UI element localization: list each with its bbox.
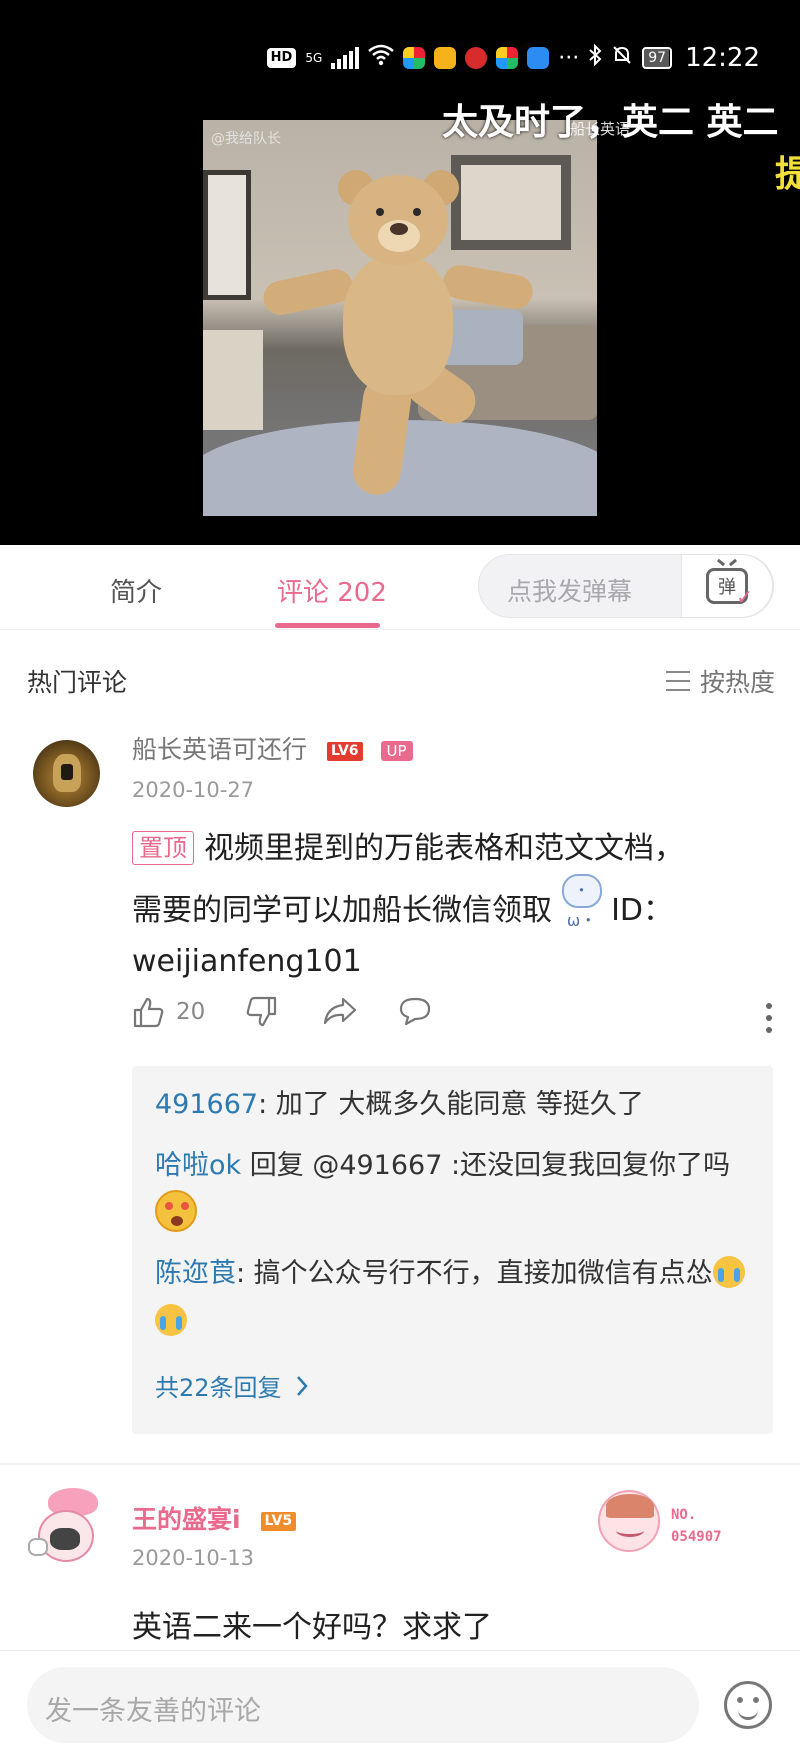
danmaku-toggle-button[interactable]: 弹 ✓ [681,554,773,618]
bluetooth-icon [588,43,602,72]
comment-bubble-icon [399,997,431,1026]
fan-medal-badge[interactable]: NO. 054907 [598,1490,768,1560]
dislike-button[interactable] [244,995,278,1029]
list-icon [665,671,690,691]
app-notification-icon [496,47,519,69]
comment-author[interactable]: 王的盛宴i LV5 [132,1500,297,1536]
thumbs-down-icon [246,996,277,1027]
comment-actions: 20 [132,995,772,1040]
chevron-right-icon [296,1375,308,1396]
active-tab-indicator [275,623,380,628]
level-badge: LV5 [260,1511,297,1531]
view-all-replies-link[interactable]: 共22条回复 [155,1368,308,1403]
reply-count-label: 共22条回复 [155,1374,282,1402]
reply-button[interactable] [397,995,433,1027]
reply-preview-box[interactable]: 491667: 加了 大概多久能同意 等挺久了 哈啦ok 回复 @491667 … [132,1066,773,1434]
emoji-picker-icon[interactable] [724,1681,772,1729]
video-watermark: @我给队长 [211,131,281,147]
comment-text: 英语二来一个好吗？求求了 [132,1610,492,1645]
comment-text: ID： [601,893,674,928]
pinned-tag: 置顶 [132,831,194,865]
reply-item[interactable]: 哈啦ok 回复 @491667 :还没回复我回复你了吗 [155,1142,755,1238]
danmaku-tv-icon: 弹 ✓ [706,568,753,609]
network-type: 5G [305,51,323,65]
comment-author[interactable]: 船长英语可还行 LV6 UP [132,730,413,766]
comment-input-bar: 发一条友善的评论 [0,1650,800,1760]
danmaku-text: 船长英语 [570,120,631,138]
hd-indicator: HD [266,48,297,68]
reply-username[interactable]: 491667 [155,1089,258,1120]
video-frame: @我给队长 [203,120,597,516]
reply-item[interactable]: 491667: 加了 大概多久能同意 等挺久了 [155,1081,755,1129]
share-button[interactable] [322,995,358,1027]
fan-number-value: 054907 [671,1529,722,1545]
reply-username[interactable]: 哈啦ok [155,1150,241,1181]
avatar[interactable] [33,740,100,807]
comment-text: 视频里提到的万能表格和范文文档， [204,831,684,866]
tab-intro[interactable]: 简介 [110,572,162,609]
comment-date: 2020-10-27 [132,778,255,802]
app-notification-icon [434,47,457,69]
battery-level: 97 [648,50,667,66]
comment-input-placeholder: 发一条友善的评论 [45,1696,261,1727]
comment-text: 需要的同学可以加船长微信领取 [132,893,552,928]
like-button[interactable]: 20 [132,995,205,1029]
comment-body[interactable]: 置顶 视频里提到的万能表格和范文文档， 需要的同学可以加船长微信领取 ・ω・ ID… [132,823,762,987]
signal-icon [331,47,360,69]
video-player[interactable]: @我给队长 HD 5G ··· 97 12:22 太及时了，英二 英二 船长英语… [0,0,800,545]
surprised-face-emoji-icon [155,1190,197,1232]
app-notification-icon [465,47,488,69]
crying-face-emoji-icon [155,1304,187,1336]
share-icon [323,997,357,1025]
like-count: 20 [176,999,206,1025]
comment-input[interactable]: 发一条友善的评论 [27,1667,699,1743]
status-bar: HD 5G ··· 97 12:22 [266,38,760,78]
tab-comments[interactable]: 评论 202 [277,572,387,609]
level-badge: LV6 [326,741,363,761]
crying-face-emoji-icon [712,1256,745,1288]
username[interactable]: 船长英语可还行 [132,735,307,764]
up-badge: UP [380,741,413,761]
danmaku-input[interactable]: 点我发弹幕 弹 ✓ [478,554,774,618]
thumbs-up-icon [133,997,164,1028]
reply-username[interactable]: 陈迩莨 [155,1258,236,1289]
comment-body[interactable]: 英语二来一个好吗？求求了 [132,1602,762,1653]
app-notification-icon [403,47,426,69]
comment-text: weijianfeng101 [132,944,362,979]
reply-item[interactable]: 陈迩莨: 搞个公众号行不行，直接加微信有点怂 [155,1250,755,1346]
sort-by-popularity-button[interactable]: 按热度 [665,663,775,699]
fan-number-label: NO. [671,1507,697,1523]
mute-bell-icon [611,44,633,72]
reply-text: : 加了 大概多久能同意 等挺久了 [258,1089,644,1120]
hot-comments-title: 热门评论 [27,668,128,697]
avatar[interactable] [20,1488,108,1578]
reply-text: : 搞个公众号行不行，直接加微信有点怂 [236,1258,713,1289]
fan-avatar-icon [598,1490,660,1552]
teddy-bear-figure [260,170,536,505]
wifi-icon [368,44,395,72]
danmaku-placeholder: 点我发弹幕 [507,577,633,606]
shy-face-emoji-icon: ・ω・ [561,874,602,930]
sort-label: 按热度 [699,668,775,697]
more-options-icon[interactable] [766,1003,772,1033]
username[interactable]: 王的盛宴i [132,1505,241,1534]
comment-date: 2020-10-13 [132,1546,255,1570]
clock: 12:22 [685,43,760,73]
comment-divider [0,1463,800,1465]
fan-number: NO. 054907 [671,1504,722,1548]
battery-icon: 97 [642,47,673,69]
danmaku-text: 提 [775,154,800,195]
reply-text: 回复 @491667 :还没回复我回复你了吗 [241,1150,731,1181]
more-notifications-icon: ··· [558,45,580,71]
danmaku-button-label: 弹 [718,577,736,598]
app-notification-icon [527,47,550,69]
